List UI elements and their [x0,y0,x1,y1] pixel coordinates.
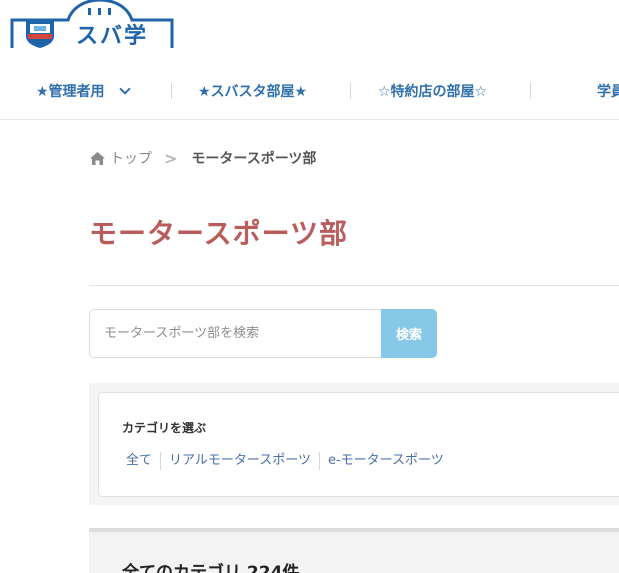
nav-item-subasta-room-label: ★スバスタ部屋★ [198,84,308,100]
list-title: 全てのカテゴリ 224件 [122,563,300,573]
breadcrumb: トップ > モータースポーツ部 [89,148,316,168]
nav-item-dealer-room[interactable]: ☆特約店の部屋☆ [378,74,487,108]
breadcrumb-home-link[interactable]: トップ [89,148,152,168]
search-input[interactable] [89,309,382,358]
category-link-real-motorsport[interactable]: リアルモータースポーツ [160,452,319,470]
nav-item-subasta-room[interactable]: ★スバスタ部屋★ [198,74,307,108]
page-title: モータースポーツ部 [89,217,349,250]
site-logo[interactable]: スバ学 [10,0,174,50]
nav-item-students-label: 学員 [597,84,619,100]
nav-divider [530,83,531,99]
nav-item-admin[interactable]: ★管理者用 [36,74,131,108]
category-list: 全て リアルモータースポーツ e-モータースポーツ [122,450,452,472]
nav-item-dealer-room-label: ☆特約店の部屋☆ [378,84,488,100]
breadcrumb-home-label: トップ [110,151,152,167]
home-icon [90,151,105,165]
logo-text: スバ学 [76,24,149,49]
nav-item-admin-label: ★管理者用 [36,84,105,100]
category-card [98,392,619,497]
breadcrumb-separator: > [164,148,178,168]
category-link-all[interactable]: 全て [122,452,160,470]
breadcrumb-current: モータースポーツ部 [191,151,317,167]
nav-item-students[interactable]: 学員 [597,74,619,108]
category-label: カテゴリを選ぶ [122,421,207,435]
category-link-e-motorsport[interactable]: e-モータースポーツ [318,452,452,470]
title-divider [89,285,619,286]
nav-divider [350,83,351,99]
nav-divider [171,83,172,99]
nav-divider-line [0,119,619,120]
chevron-down-icon[interactable] [118,83,131,95]
search-button[interactable]: 検索 [381,309,437,358]
